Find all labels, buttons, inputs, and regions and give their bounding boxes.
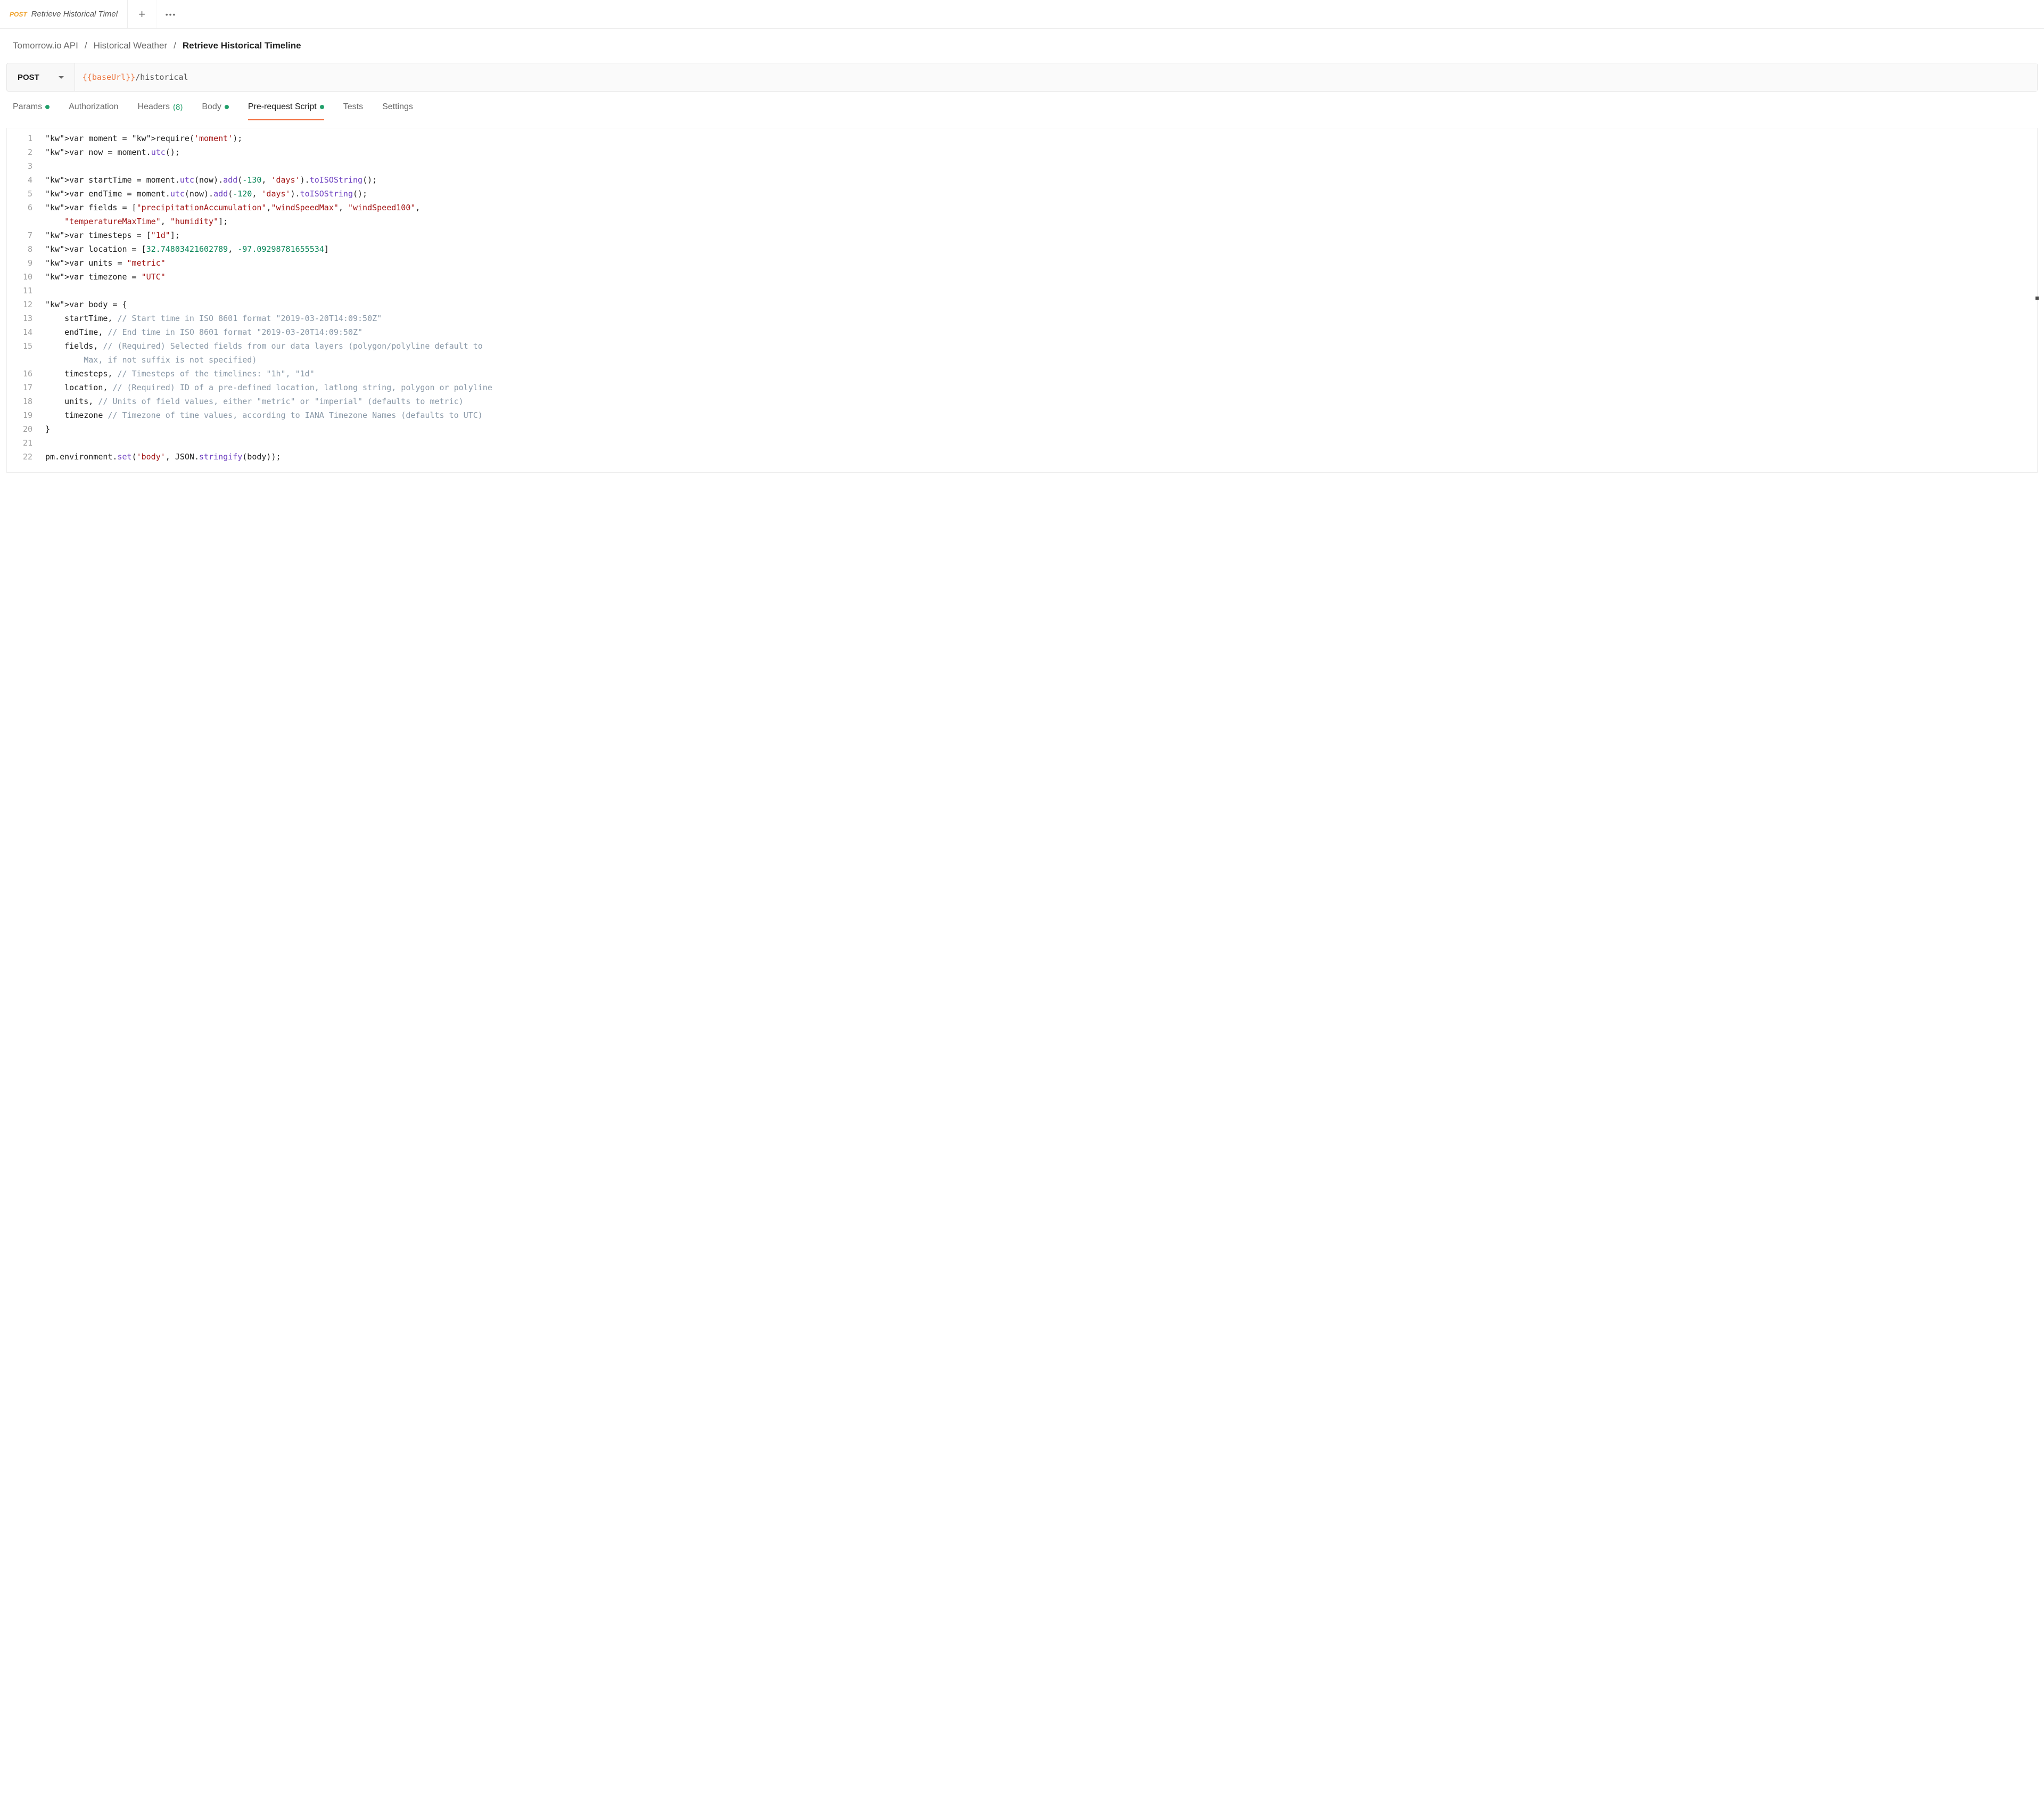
script-editor[interactable]: 1 2 3 4 5 6 7 8 9 10 11 12 13 14 15 16 1… — [6, 128, 2038, 473]
url-input[interactable]: {{baseUrl}}/historical — [75, 63, 2037, 91]
active-dot-icon — [320, 105, 324, 109]
url-bar: POST {{baseUrl}}/historical — [6, 63, 2038, 92]
tab-headers-label: Headers — [138, 102, 170, 112]
url-variable: {{baseUrl}} — [83, 72, 135, 82]
new-tab-button[interactable]: + — [128, 0, 156, 28]
tab-title: Retrieve Historical Timel — [31, 10, 118, 19]
scroll-marker — [2035, 297, 2039, 300]
breadcrumb-root[interactable]: Tomorrow.io API — [13, 40, 78, 51]
line-number-gutter: 1 2 3 4 5 6 7 8 9 10 11 12 13 14 15 16 1… — [7, 128, 40, 472]
active-dot-icon — [45, 105, 50, 109]
breadcrumb-separator: / — [174, 40, 176, 51]
request-tab[interactable]: POST Retrieve Historical Timel — [0, 0, 128, 28]
tab-params-label: Params — [13, 102, 42, 112]
tab-tests-label: Tests — [343, 102, 363, 112]
editor-content: 1 2 3 4 5 6 7 8 9 10 11 12 13 14 15 16 1… — [7, 128, 2037, 472]
breadcrumb-separator: / — [85, 40, 87, 51]
tab-headers[interactable]: Headers (8) — [138, 102, 183, 120]
tab-bar: POST Retrieve Historical Timel + ••• — [0, 0, 2044, 29]
tab-params[interactable]: Params — [13, 102, 50, 120]
method-select-value: POST — [18, 73, 39, 82]
method-select[interactable]: POST — [7, 63, 75, 91]
tab-settings-label: Settings — [382, 102, 413, 112]
active-dot-icon — [225, 105, 229, 109]
headers-count-badge: (8) — [173, 103, 183, 112]
breadcrumb-current: Retrieve Historical Timeline — [183, 40, 301, 51]
breadcrumb: Tomorrow.io API / Historical Weather / R… — [0, 29, 2044, 63]
chevron-down-icon — [59, 76, 64, 79]
tab-prerequest-script[interactable]: Pre-request Script — [248, 102, 324, 120]
tab-more-button[interactable]: ••• — [156, 0, 185, 28]
ellipsis-icon: ••• — [166, 10, 177, 19]
tab-settings[interactable]: Settings — [382, 102, 413, 120]
plus-icon: + — [138, 7, 145, 21]
code-area[interactable]: "kw">var moment = "kw">require('moment')… — [40, 128, 2037, 472]
tab-tests[interactable]: Tests — [343, 102, 363, 120]
tab-prereq-label: Pre-request Script — [248, 102, 317, 112]
tab-method-label: POST — [10, 11, 27, 18]
breadcrumb-folder[interactable]: Historical Weather — [94, 40, 168, 51]
url-path: /historical — [135, 72, 188, 82]
tab-body[interactable]: Body — [202, 102, 228, 120]
tab-auth-label: Authorization — [69, 102, 118, 112]
tab-body-label: Body — [202, 102, 221, 112]
tab-authorization[interactable]: Authorization — [69, 102, 118, 120]
request-tabs: Params Authorization Headers (8) Body Pr… — [0, 92, 2044, 120]
